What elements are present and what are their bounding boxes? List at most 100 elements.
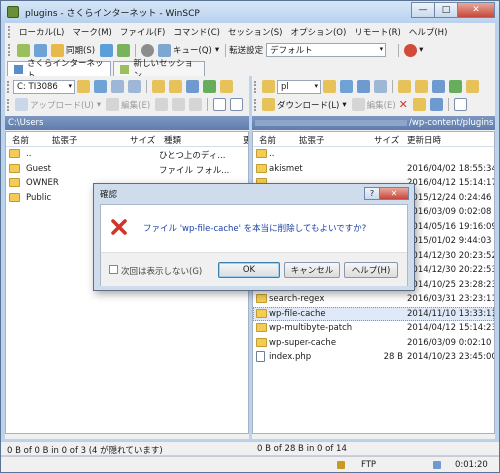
sync-browse-icon[interactable]: [100, 43, 114, 57]
new-item-icon[interactable]: [453, 98, 467, 111]
chevron-down-icon[interactable]: ▾: [97, 100, 101, 110]
queue-icon[interactable]: [158, 43, 172, 57]
chevron-down-icon[interactable]: ▾: [342, 100, 346, 110]
home-icon[interactable]: [432, 80, 445, 93]
terminal-icon[interactable]: [117, 43, 131, 57]
list-item[interactable]: wp-multibyte-patch 2014/04/12 15:14:23: [253, 321, 494, 336]
back-icon[interactable]: [111, 80, 124, 93]
parent-folder-icon[interactable]: [152, 80, 165, 93]
cell-date: 2014/12/30 20:23:52: [407, 250, 495, 261]
find-icon[interactable]: [220, 80, 233, 93]
edit-button[interactable]: 編集(E): [367, 99, 396, 111]
rename-icon[interactable]: [189, 98, 203, 111]
menu-session[interactable]: セッション(S): [224, 26, 287, 38]
column-extension[interactable]: 拡張子: [52, 134, 78, 146]
dialog-close-button[interactable]: ✕: [379, 187, 409, 200]
list-item[interactable]: Guest ファイル フォル...: [6, 162, 248, 177]
gear-icon[interactable]: [141, 43, 155, 57]
menu-help[interactable]: ヘルプ(H): [405, 26, 452, 38]
chevron-down-icon[interactable]: ▾: [419, 45, 423, 55]
help-button[interactable]: ヘルプ(H): [344, 262, 398, 278]
delete-icon[interactable]: [155, 98, 169, 111]
refresh-icon[interactable]: [203, 80, 216, 93]
delete-icon[interactable]: ✕: [399, 98, 408, 111]
dont-show-again-label[interactable]: 次回は表示しない(G): [121, 265, 202, 277]
dialog-help-button[interactable]: ?: [364, 187, 380, 200]
column-size[interactable]: サイズ: [130, 134, 155, 146]
properties-icon[interactable]: [172, 98, 186, 111]
list-item[interactable]: index.php 28 B 2014/10/23 23:45:00: [253, 350, 494, 365]
column-name[interactable]: 名前: [12, 134, 29, 146]
root-folder-icon[interactable]: [169, 80, 182, 93]
toolbar-grip[interactable]: [7, 80, 10, 93]
folder-icon[interactable]: [77, 80, 90, 93]
back-icon[interactable]: [357, 80, 370, 93]
sync-button[interactable]: 同期(S): [66, 44, 95, 56]
forward-icon[interactable]: [374, 80, 387, 93]
maximize-button[interactable]: □: [434, 2, 458, 18]
minimize-button[interactable]: —: [411, 2, 435, 18]
new-item-icon[interactable]: [213, 98, 227, 111]
list-item[interactable]: akismet 2016/04/02 18:55:34: [253, 162, 494, 177]
upload-button[interactable]: アップロード(U): [30, 99, 94, 111]
toolbar-grip[interactable]: [8, 44, 11, 56]
list-item[interactable]: wp-super-cache 2016/03/09 0:02:10: [253, 336, 494, 351]
filter-icon[interactable]: [340, 80, 353, 93]
chevron-down-icon: ▾: [68, 81, 72, 90]
list-item[interactable]: search-regex 2016/03/31 23:23:11: [253, 292, 494, 307]
tab-sakura[interactable]: さくらインターネット: [7, 59, 111, 81]
local-drive-select[interactable]: C: TI3086 ▾: [13, 79, 75, 94]
properties-icon[interactable]: [412, 98, 426, 111]
toolbar-grip[interactable]: [7, 98, 10, 111]
compare-icon[interactable]: [34, 43, 47, 57]
column-size[interactable]: サイズ: [374, 134, 399, 146]
queue-button[interactable]: キュー(Q): [173, 44, 212, 56]
toolbar-grip[interactable]: [8, 26, 11, 38]
column-modified[interactable]: 更: [243, 134, 248, 146]
forward-icon[interactable]: [128, 80, 141, 93]
list-item[interactable]: ..: [253, 147, 494, 162]
rename-icon[interactable]: [429, 98, 443, 111]
column-type[interactable]: 種類: [164, 134, 181, 146]
edit-button[interactable]: 編集(E): [121, 99, 150, 111]
column-extension[interactable]: 拡張子: [299, 134, 325, 146]
menu-command[interactable]: コマンド(C): [169, 26, 224, 38]
protocol-label: FTP: [361, 460, 377, 470]
remote-path-bar[interactable]: /wp-content/plugins: [252, 116, 495, 130]
find-icon[interactable]: [466, 80, 479, 93]
filter-icon[interactable]: [94, 80, 107, 93]
download-button[interactable]: ダウンロード(L): [277, 99, 339, 111]
menu-mark[interactable]: マーク(M): [68, 26, 115, 38]
disconnect-icon[interactable]: [404, 43, 418, 57]
column-modified[interactable]: 更新日時: [407, 134, 441, 146]
transfer-settings-select[interactable]: デフォルト ▾: [266, 43, 387, 57]
root-folder-icon[interactable]: [415, 80, 428, 93]
close-button[interactable]: ✕: [457, 2, 495, 18]
open-folder-icon[interactable]: [323, 80, 336, 93]
remote-directory-select[interactable]: pl ▾: [277, 79, 321, 94]
new-session-icon[interactable]: [17, 43, 30, 57]
column-name[interactable]: 名前: [259, 134, 276, 146]
menu-file[interactable]: ファイル(F): [116, 26, 170, 38]
home-icon[interactable]: [186, 80, 199, 93]
list-item[interactable]: .. ひとつ上のディ...: [6, 147, 248, 162]
ok-button[interactable]: OK: [218, 262, 280, 278]
menu-options[interactable]: オプション(O): [286, 26, 350, 38]
local-path-bar[interactable]: C:\Users: [5, 116, 249, 130]
menu-local[interactable]: ローカル(L): [15, 26, 68, 38]
select-icon[interactable]: [230, 98, 244, 111]
tab-new-session[interactable]: 新しいセッション: [113, 59, 205, 81]
toolbar-grip[interactable]: [254, 80, 257, 93]
error-x-icon: [111, 219, 127, 235]
refresh-icon[interactable]: [449, 80, 462, 93]
chevron-down-icon[interactable]: ▾: [215, 45, 219, 55]
toolbar-grip[interactable]: [254, 98, 257, 111]
parent-folder-icon[interactable]: [398, 80, 411, 93]
cell-name: index.php: [269, 352, 312, 362]
sync-icon[interactable]: [51, 43, 64, 57]
local-status: 0 B of 0 B in 0 of 3 (4 が隠れています): [7, 446, 163, 456]
cancel-button[interactable]: キャンセル: [284, 262, 340, 278]
menu-remote[interactable]: リモート(R): [350, 26, 405, 38]
dont-show-again-checkbox[interactable]: [109, 265, 118, 274]
list-item[interactable]: wp-file-cache 2014/11/10 13:33:11: [253, 306, 494, 321]
